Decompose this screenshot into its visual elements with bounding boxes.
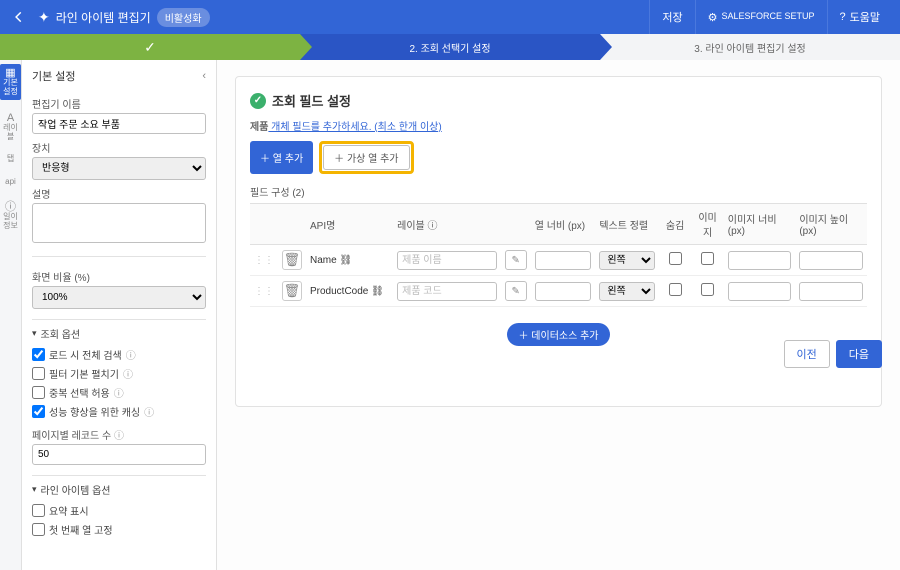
info-icon: ⓘ xyxy=(114,385,124,400)
info-icon: ⓘ xyxy=(428,221,438,232)
salesforce-setup-button[interactable]: ⚙ SALESFORCE SETUP xyxy=(695,0,827,34)
image-width-input[interactable] xyxy=(728,282,792,301)
label-input[interactable] xyxy=(397,251,497,270)
info-icon: ⓘ xyxy=(144,404,154,419)
page-title: 라인 아이템 편집기 xyxy=(56,9,151,26)
add-virtual-column-button[interactable]: ＋ 가상 열 추가 xyxy=(323,145,409,170)
screen-ratio-select[interactable]: 100% xyxy=(32,286,206,309)
description-textarea[interactable] xyxy=(32,203,206,243)
lock-icon: ⛓ xyxy=(371,286,384,297)
device-label: 장치 xyxy=(32,140,206,155)
rail-basic-settings[interactable]: ▦기본 설정 xyxy=(0,64,21,100)
rail-api[interactable]: api xyxy=(5,176,16,189)
text-align-select[interactable]: 왼쪽 xyxy=(599,251,655,270)
wand-icon: ✦ xyxy=(38,9,50,26)
next-button[interactable]: 다음 xyxy=(836,340,882,368)
cb-first-col[interactable] xyxy=(32,523,45,536)
hide-checkbox[interactable] xyxy=(669,252,682,265)
edit-label-button[interactable]: ✎ xyxy=(505,281,527,301)
cb-filter-expand[interactable] xyxy=(32,367,45,380)
lock-icon: ⛓ xyxy=(339,255,352,266)
line-item-options-header[interactable]: ▾라인 아이템 옵션 xyxy=(32,482,206,497)
rail-labels[interactable]: A레이블 xyxy=(0,110,21,144)
image-checkbox[interactable] xyxy=(701,283,714,296)
col-width-input[interactable] xyxy=(535,251,592,270)
info-icon: ⓘ xyxy=(114,431,124,442)
cb-full-search[interactable] xyxy=(32,348,45,361)
image-height-input[interactable] xyxy=(799,251,863,270)
info-icon: ⓘ xyxy=(126,347,136,362)
editor-name-label: 편집기 이름 xyxy=(32,96,206,111)
panel-title: 조회 필드 설정 xyxy=(272,91,351,110)
api-name: Name xyxy=(310,255,337,266)
table-row: ⋮⋮ 🗑 Name ⛓ ✎ 왼쪽 xyxy=(250,245,867,276)
image-checkbox[interactable] xyxy=(701,252,714,265)
wizard-step-2[interactable]: 2. 조회 선택기 설정 xyxy=(300,34,600,60)
edit-label-button[interactable]: ✎ xyxy=(505,250,527,270)
gear-icon: ⚙ xyxy=(708,11,718,24)
wizard-step-1[interactable]: ✓ xyxy=(0,34,300,60)
panel-subtitle: 제품 개체 필드를 추가하세요. (최소 한개 이상) xyxy=(250,118,867,133)
add-datasource-button[interactable]: ＋ 데이터소스 추가 xyxy=(507,323,611,346)
delete-row-button[interactable]: 🗑 xyxy=(282,281,302,301)
field-config-label: 필드 구성 (2) xyxy=(250,184,867,199)
wizard-step-3[interactable]: 3. 라인 아이템 편집기 설정 xyxy=(600,34,900,60)
search-options-header[interactable]: ▾조회 옵션 xyxy=(32,326,206,341)
status-badge: 비활성화 xyxy=(157,8,210,27)
hide-checkbox[interactable] xyxy=(669,283,682,296)
chevron-down-icon: ▾ xyxy=(32,328,37,339)
text-align-select[interactable]: 왼쪽 xyxy=(599,282,655,301)
rail-info[interactable]: ⓘ일이 정보 xyxy=(0,199,21,233)
description-label: 설명 xyxy=(32,186,206,201)
chevron-down-icon: ▾ xyxy=(32,484,37,495)
save-button[interactable]: 저장 xyxy=(649,0,694,34)
drag-handle[interactable]: ⋮⋮ xyxy=(250,276,278,307)
image-height-input[interactable] xyxy=(799,282,863,301)
sidebar-collapse-button[interactable]: ‹ xyxy=(202,70,206,82)
drag-handle[interactable]: ⋮⋮ xyxy=(250,245,278,276)
page-records-input[interactable] xyxy=(32,444,206,465)
col-width-input[interactable] xyxy=(535,282,592,301)
api-name: ProductCode xyxy=(310,286,368,297)
rail-tabs[interactable]: 탭 xyxy=(7,153,14,166)
cb-dup-allow[interactable] xyxy=(32,386,45,399)
add-column-button[interactable]: ＋ 열 추가 xyxy=(250,141,313,174)
help-icon: ? xyxy=(840,11,846,23)
info-icon: ⓘ xyxy=(123,366,133,381)
label-input[interactable] xyxy=(397,282,497,301)
sidebar-header: 기본 설정 xyxy=(32,68,76,84)
add-virtual-column-highlight: ＋ 가상 열 추가 xyxy=(319,141,413,174)
cb-summary[interactable] xyxy=(32,504,45,517)
cb-perf-cache[interactable] xyxy=(32,405,45,418)
page-records-label: 페이지별 레코드 수 ⓘ xyxy=(32,427,206,442)
check-icon: ✓ xyxy=(144,39,156,56)
delete-row-button[interactable]: 🗑 xyxy=(282,250,302,270)
table-row: ⋮⋮ 🗑 ProductCode ⛓ ✎ 왼쪽 xyxy=(250,276,867,307)
image-width-input[interactable] xyxy=(728,251,792,270)
success-icon: ✓ xyxy=(250,93,266,109)
back-button[interactable] xyxy=(8,6,30,28)
editor-name-input[interactable] xyxy=(32,113,206,134)
screen-ratio-label: 화면 비율 (%) xyxy=(32,269,206,284)
prev-button[interactable]: 이전 xyxy=(784,340,830,368)
table-header-row: API명 레이블 ⓘ 열 너비 (px) 텍스트 정렬 숨김 이미지 이미지 너… xyxy=(250,204,867,245)
help-button[interactable]: ? 도움말 xyxy=(827,0,893,34)
device-select[interactable]: 반응형 xyxy=(32,157,206,180)
